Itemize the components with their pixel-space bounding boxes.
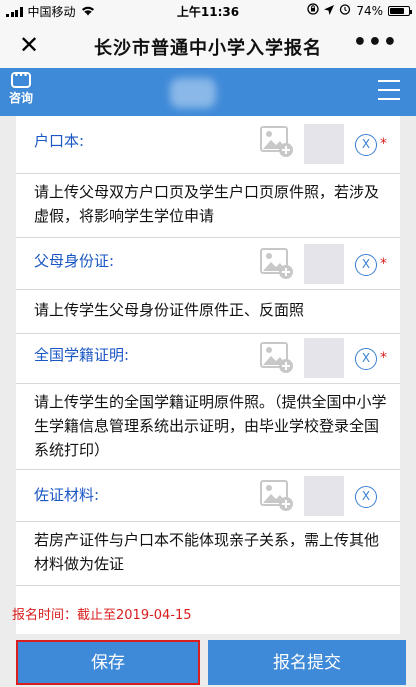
remove-image-button[interactable]: X xyxy=(355,486,377,508)
deadline-text: 报名时间：截止至2019-04-15 xyxy=(12,608,192,623)
field-description: 请上传学生父母身份证件原件正、反面照 xyxy=(34,301,305,319)
consult-label: 咨询 xyxy=(8,91,33,105)
required-mark: * xyxy=(380,256,387,272)
field-description: 请上传父母双方户口页及学生户口页原件照，若涉及虚假，将影响学生学位申请 xyxy=(34,183,380,225)
field-label: 户口本: xyxy=(34,132,85,150)
remove-image-button[interactable]: X xyxy=(355,348,377,370)
blurred-logo xyxy=(170,78,216,108)
field-description: 请上传学生的全国学籍证明原件照。（提供全国中小学生学籍信息管理系统出示证明，由毕… xyxy=(34,393,387,459)
title-bar: ✕ 长沙市普通中小学入学报名 ••• xyxy=(0,22,416,68)
description-row: 请上传父母双方户口页及学生户口页原件照，若涉及虚假，将影响学生学位申请 xyxy=(16,174,400,238)
remove-image-button[interactable]: X xyxy=(355,254,377,276)
field-description: 若房产证件与户口本不能体现亲子关系，需上传其他材料做为佐证 xyxy=(34,531,380,573)
chat-bubble-icon xyxy=(11,68,31,88)
field-label: 全国学籍证明: xyxy=(34,346,130,364)
image-thumbnail[interactable] xyxy=(304,338,344,378)
more-options-button[interactable]: ••• xyxy=(353,32,398,54)
add-image-icon[interactable] xyxy=(260,126,294,158)
location-icon xyxy=(324,4,335,18)
save-button[interactable]: 保存 xyxy=(16,640,200,685)
submit-button[interactable]: 报名提交 xyxy=(208,640,406,685)
alarm-icon xyxy=(339,3,351,18)
hamburger-menu-icon[interactable] xyxy=(378,80,400,100)
field-label: 父母身份证: xyxy=(34,252,115,270)
add-image-icon[interactable] xyxy=(260,342,294,374)
upload-form: 户口本: X * 请上传父母双方户口页及学生户口页原件照，若涉及虚假，将影响学生… xyxy=(16,116,400,634)
description-row: 请上传学生的全国学籍证明原件照。（提供全国中小学生学籍信息管理系统出示证明，由毕… xyxy=(16,384,400,470)
upload-row-hukou: 户口本: X * xyxy=(16,116,400,174)
status-right: 74% xyxy=(307,3,412,18)
app-header: 咨询 xyxy=(0,68,416,116)
image-thumbnail[interactable] xyxy=(304,124,344,164)
remove-image-button[interactable]: X xyxy=(355,134,377,156)
consult-button[interactable]: 咨询 xyxy=(6,68,36,106)
upload-row-parent-id: 父母身份证: X * xyxy=(16,238,400,290)
required-mark: * xyxy=(380,350,387,366)
add-image-icon[interactable] xyxy=(260,248,294,280)
field-label: 佐证材料: xyxy=(34,486,100,504)
image-thumbnail[interactable] xyxy=(304,476,344,516)
battery-percent: 74% xyxy=(356,3,383,18)
rotation-lock-icon xyxy=(307,3,319,18)
status-bar: 中国移动 上午11:36 74% xyxy=(0,0,416,22)
image-thumbnail[interactable] xyxy=(304,244,344,284)
description-row: 若房产证件与户口本不能体现亲子关系，需上传其他材料做为佐证 xyxy=(16,522,400,586)
required-mark: * xyxy=(380,136,387,152)
add-image-icon[interactable] xyxy=(260,480,294,512)
battery-icon xyxy=(388,5,412,16)
upload-row-supporting-docs: 佐证材料: X xyxy=(16,470,400,522)
description-row: 请上传学生父母身份证件原件正、反面照 xyxy=(16,290,400,334)
upload-row-student-record: 全国学籍证明: X * xyxy=(16,334,400,384)
